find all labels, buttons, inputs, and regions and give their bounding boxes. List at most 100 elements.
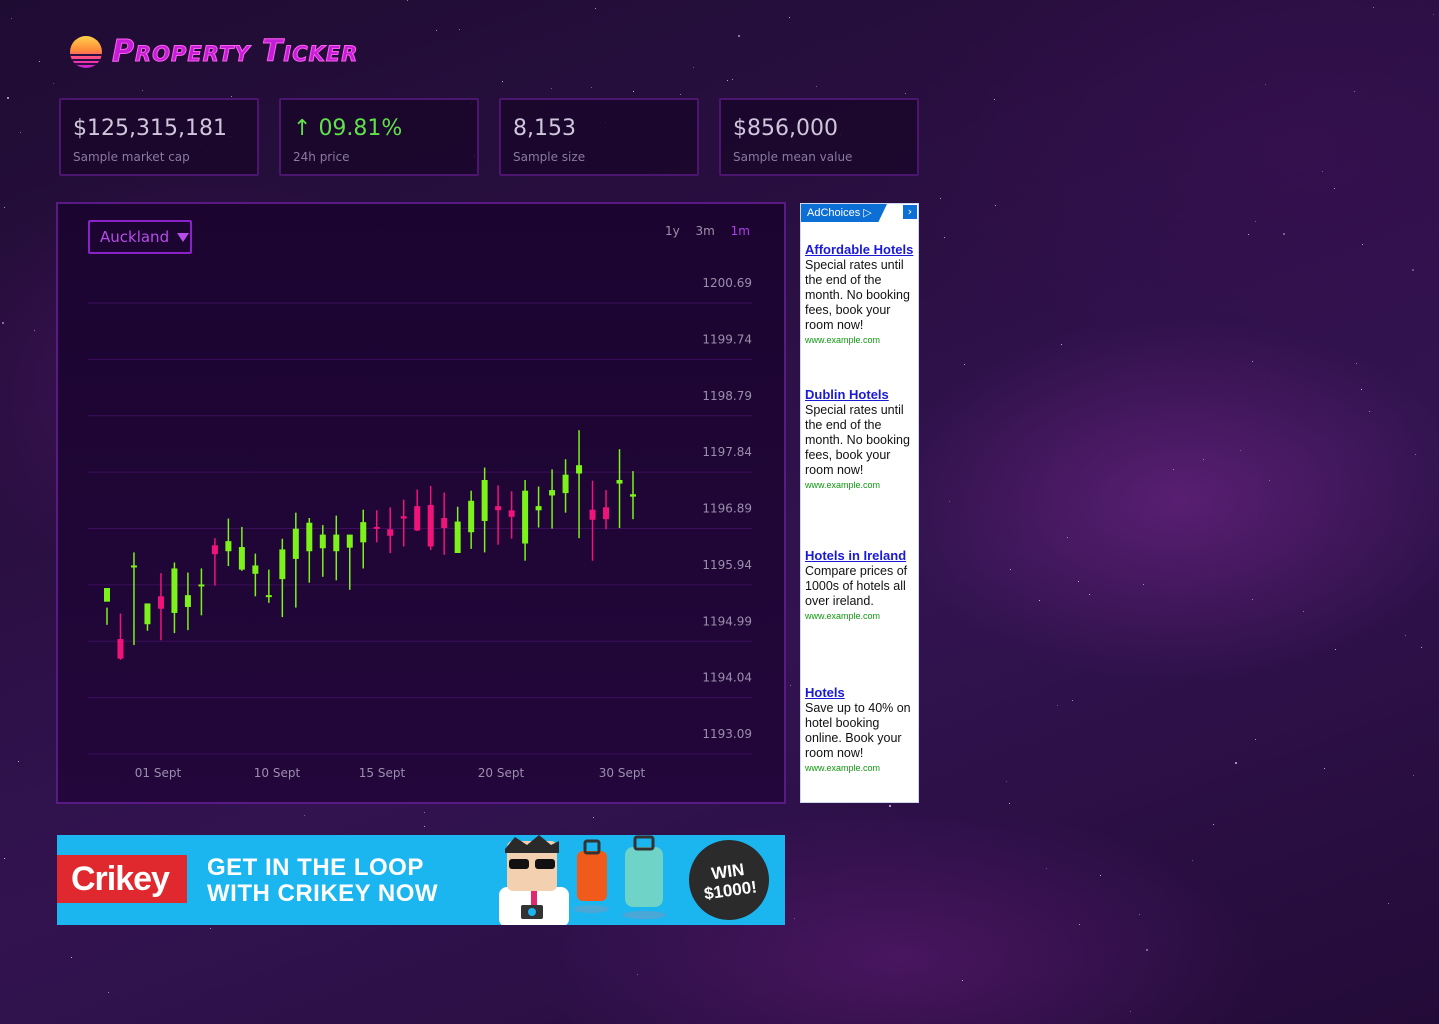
ad-title[interactable]: Hotels in Ireland [805,548,917,563]
star [71,957,72,958]
star [11,18,12,19]
star [1089,594,1090,595]
star [994,99,995,100]
star [1213,824,1214,825]
ad-item[interactable]: Hotels in Ireland Compare prices of 1000… [805,548,917,621]
ad-arrow-icon[interactable]: › [903,205,917,219]
ad-url[interactable]: www.example.com [805,611,917,621]
adchoices-label: AdChoices [807,207,861,219]
star [940,198,941,199]
adchoices-link[interactable]: AdChoices ▷ [801,204,887,222]
ad-description: Compare prices of 1000s of hotels all ov… [805,564,908,608]
star [1388,903,1389,904]
ad-item[interactable]: Dublin Hotels Special rates until the en… [805,387,917,490]
range-1m[interactable]: 1m [731,224,750,238]
candle-body [333,534,340,552]
ad-url[interactable]: www.example.com [805,763,917,773]
star [1303,611,1304,612]
candle-body [414,506,421,531]
star [1072,700,1073,701]
star [816,86,817,87]
logo[interactable]: Property Ticker [70,34,359,70]
ad-title[interactable]: Affordable Hotels [805,242,917,257]
candle-body [508,510,515,517]
candle-body [319,534,326,549]
ad-url[interactable]: www.example.com [805,335,917,345]
star [794,918,795,919]
candle-body [468,500,475,533]
ad-title[interactable]: Dublin Hotels [805,387,917,402]
star [889,805,891,807]
stat-value-with-arrow: ↑ 09.81% [293,116,402,141]
ad-url[interactable]: www.example.com [805,480,917,490]
win-badge: WIN $1000! [683,835,775,925]
star [1192,860,1193,861]
app-title: Property Ticker [111,34,359,70]
candle-body [576,465,583,474]
candle-body [495,506,502,511]
candle-body [130,565,137,568]
star [1010,569,1011,570]
star [2,322,4,324]
candle-body [144,603,151,625]
star [34,330,35,331]
candle-body [522,490,529,544]
star [1046,868,1047,869]
ad-item[interactable]: Affordable Hotels Special rates until th… [805,242,917,345]
star [789,17,790,18]
candle-body [157,596,164,609]
ad-item[interactable]: Hotels Save up to 40% on hotel booking o… [805,685,917,773]
star [1143,584,1144,585]
star [591,87,592,88]
star [1173,469,1174,470]
ad-description: Save up to 40% on hotel booking online. … [805,701,911,760]
candle-body [454,521,461,554]
star [949,501,950,502]
candle-body [171,568,178,613]
star [1269,480,1270,481]
candle-body [549,490,556,496]
candlestick-chart: 1200.69 1199.74 1198.79 1197.84 1196.89 1195.… [88,276,752,780]
crikey-banner-ad[interactable]: Crikey GET IN THE LOOP WITH CRIKEY NOW W… [57,835,785,925]
star [424,812,425,813]
region-dropdown-value: Auckland [100,228,170,246]
candle-body [441,517,448,529]
traveller-illustration [499,835,666,925]
star [962,980,963,981]
x-tick-label: 30 Sept [599,766,646,780]
range-3m[interactable]: 3m [696,224,715,238]
star [1252,599,1253,600]
stat-label: Sample market cap [73,150,190,164]
range-1y[interactable]: 1y [665,224,680,238]
star [964,364,965,365]
candle-body [104,588,110,602]
star [142,90,143,91]
y-tick-label: 1200.69 [702,276,752,290]
star [1369,411,1370,412]
star [1039,600,1040,601]
stat-sample-mean: $856,000 Sample mean value [719,98,919,176]
star [39,61,40,62]
star [693,67,694,68]
y-tick-label: 1197.84 [702,445,752,459]
star [424,826,425,827]
star [1413,775,1414,776]
star [1373,7,1374,8]
star [595,8,596,9]
banner-line-2: WITH CRIKEY NOW [207,880,439,907]
candle-body [279,549,286,580]
candle-body [589,509,596,520]
ad-description: Special rates until the end of the month… [805,258,910,332]
region-dropdown[interactable]: Auckland [88,220,192,254]
banner-message: GET IN THE LOOP WITH CRIKEY NOW [207,855,438,907]
stat-label: Sample size [513,150,586,164]
star [1235,762,1237,764]
y-tick-label: 1199.74 [702,332,752,346]
y-tick-label: 1196.89 [702,502,752,516]
star [20,132,21,133]
candle-body [292,528,299,559]
star [1255,221,1256,222]
ad-title[interactable]: Hotels [805,685,917,700]
candle-body [535,506,542,511]
star [1405,635,1406,636]
